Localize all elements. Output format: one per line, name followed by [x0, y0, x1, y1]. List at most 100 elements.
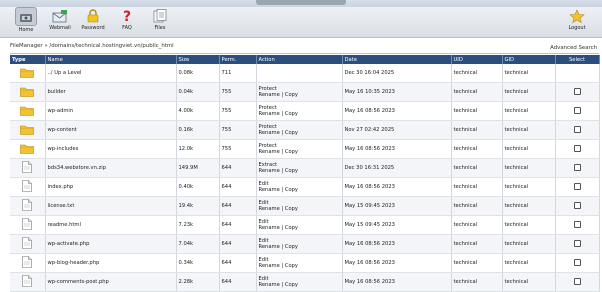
file-icon[interactable] — [22, 180, 33, 194]
date-cell: May 16 08:56 2023 — [342, 253, 452, 273]
perm-cell[interactable]: 755 — [219, 101, 257, 121]
gid-cell: technical — [502, 234, 556, 254]
select-checkbox[interactable] — [573, 106, 581, 114]
select-checkbox[interactable] — [573, 87, 581, 95]
action-rename-copy-links[interactable]: Rename | Copy — [259, 225, 340, 232]
name-cell[interactable]: wp-comments-post.php — [45, 272, 177, 292]
size-cell: 7.23k — [176, 215, 220, 235]
perm-cell[interactable]: 644 — [219, 253, 257, 273]
action-rename-copy-links[interactable]: Rename | Copy — [259, 149, 340, 156]
action-cell: Protect Rename | Copy — [256, 120, 343, 140]
name-cell[interactable]: bds34.webstore.vn.zip — [45, 158, 177, 178]
select-cell — [555, 120, 600, 140]
select-checkbox[interactable] — [573, 277, 581, 285]
select-checkbox[interactable] — [573, 220, 581, 228]
select-checkbox[interactable] — [573, 201, 581, 209]
date-cell: May 15 09:45 2023 — [342, 196, 452, 216]
action-rename-copy-links[interactable]: Rename | Copy — [259, 130, 340, 137]
file-icon[interactable] — [22, 237, 33, 251]
action-rename-copy-links[interactable]: Rename | Copy — [259, 111, 340, 118]
perm-cell[interactable]: 755 — [219, 120, 257, 140]
logout-button[interactable]: Logout — [559, 7, 595, 37]
select-cell — [555, 177, 600, 197]
files-button[interactable]: Files — [142, 7, 178, 37]
date-cell: May 16 10:35 2023 — [342, 82, 452, 102]
webmail-button[interactable]: Webmail — [42, 7, 78, 37]
action-rename-copy-links[interactable]: Rename | Copy — [259, 263, 340, 270]
file-icon[interactable] — [22, 199, 33, 213]
name-cell[interactable]: readme.html — [45, 215, 177, 235]
folder-icon[interactable] — [20, 124, 35, 137]
col-header-perm[interactable]: Perm. — [219, 55, 257, 64]
file-icon[interactable] — [22, 256, 33, 270]
gid-cell: technical — [502, 196, 556, 216]
action-cell: Extract Rename | Copy — [256, 158, 343, 178]
col-header-uid[interactable]: UID — [451, 55, 503, 64]
name-cell[interactable]: index.php — [45, 177, 177, 197]
size-cell: 0.04k — [176, 82, 220, 102]
name-cell[interactable]: builder — [45, 82, 177, 102]
select-checkbox[interactable] — [573, 125, 581, 133]
file-icon[interactable] — [22, 218, 33, 232]
type-cell — [10, 234, 46, 254]
name-cell[interactable]: wp-admin — [45, 101, 177, 121]
size-cell: 149.9M — [176, 158, 220, 178]
name-cell[interactable]: wp-content — [45, 120, 177, 140]
table-row: license.txt 19.4k 644 Edit Rename | Copy May … — [10, 196, 600, 216]
action-rename-copy-links[interactable]: Rename | Copy — [259, 168, 340, 175]
type-cell — [10, 82, 46, 102]
perm-cell[interactable]: 711 — [219, 64, 257, 83]
action-cell: Edit Rename | Copy — [256, 215, 343, 235]
logout-icon — [567, 7, 587, 24]
table-row: wp-content 0.16k 755 Protect Rename | Copy No… — [10, 120, 600, 140]
folder-icon[interactable] — [20, 67, 35, 80]
name-cell[interactable]: wp-activate.php — [45, 234, 177, 254]
action-rename-copy-links[interactable]: Rename | Copy — [259, 187, 340, 194]
faq-button[interactable]: ? FAQ — [109, 7, 145, 37]
col-header-select: Select — [555, 55, 600, 64]
col-header-type[interactable]: Type — [10, 55, 46, 64]
action-cell — [256, 64, 343, 83]
perm-cell[interactable]: 644 — [219, 215, 257, 235]
select-checkbox[interactable] — [573, 163, 581, 171]
perm-cell[interactable]: 755 — [219, 139, 257, 159]
folder-icon[interactable] — [20, 105, 35, 118]
file-icon[interactable] — [22, 275, 33, 289]
col-header-name[interactable]: Name — [45, 55, 177, 64]
select-checkbox[interactable] — [573, 258, 581, 266]
perm-cell[interactable]: 644 — [219, 177, 257, 197]
perm-cell[interactable]: 644 — [219, 158, 257, 178]
table-header-row: Type Name Size Perm. Action Date UID GID… — [10, 55, 600, 64]
col-header-date[interactable]: Date — [342, 55, 452, 64]
perm-cell[interactable]: 644 — [219, 272, 257, 292]
select-checkbox[interactable] — [573, 182, 581, 190]
advanced-search-link[interactable]: Advanced Search — [550, 45, 597, 51]
col-header-size[interactable]: Size — [176, 55, 220, 64]
col-header-gid[interactable]: GID — [502, 55, 556, 64]
perm-cell[interactable]: 644 — [219, 234, 257, 254]
name-cell[interactable]: license.txt — [45, 196, 177, 216]
type-cell — [10, 272, 46, 292]
select-checkbox[interactable] — [573, 239, 581, 247]
name-cell[interactable]: wp-blog-header.php — [45, 253, 177, 273]
select-checkbox[interactable] — [573, 144, 581, 152]
home-button[interactable]: Home — [8, 7, 44, 37]
folder-icon[interactable] — [20, 143, 35, 156]
action-rename-copy-links[interactable]: Rename | Copy — [259, 92, 340, 99]
folder-icon[interactable] — [20, 86, 35, 99]
file-icon[interactable] — [22, 161, 33, 175]
breadcrumb[interactable]: FileManager » /domains/technical.hosting… — [10, 43, 174, 49]
type-cell — [10, 196, 46, 216]
perm-cell[interactable]: 644 — [219, 196, 257, 216]
date-cell: May 16 08:56 2023 — [342, 272, 452, 292]
name-cell[interactable]: ../ Up a Level — [45, 64, 177, 83]
type-cell — [10, 120, 46, 140]
uid-cell: technical — [451, 215, 503, 235]
password-button[interactable]: Password — [75, 7, 111, 37]
action-rename-copy-links[interactable]: Rename | Copy — [259, 244, 340, 251]
svg-text:?: ? — [123, 9, 131, 23]
perm-cell[interactable]: 755 — [219, 82, 257, 102]
action-rename-copy-links[interactable]: Rename | Copy — [259, 206, 340, 213]
file-table: Type Name Size Perm. Action Date UID GID… — [10, 55, 600, 292]
name-cell[interactable]: wp-includes — [45, 139, 177, 159]
